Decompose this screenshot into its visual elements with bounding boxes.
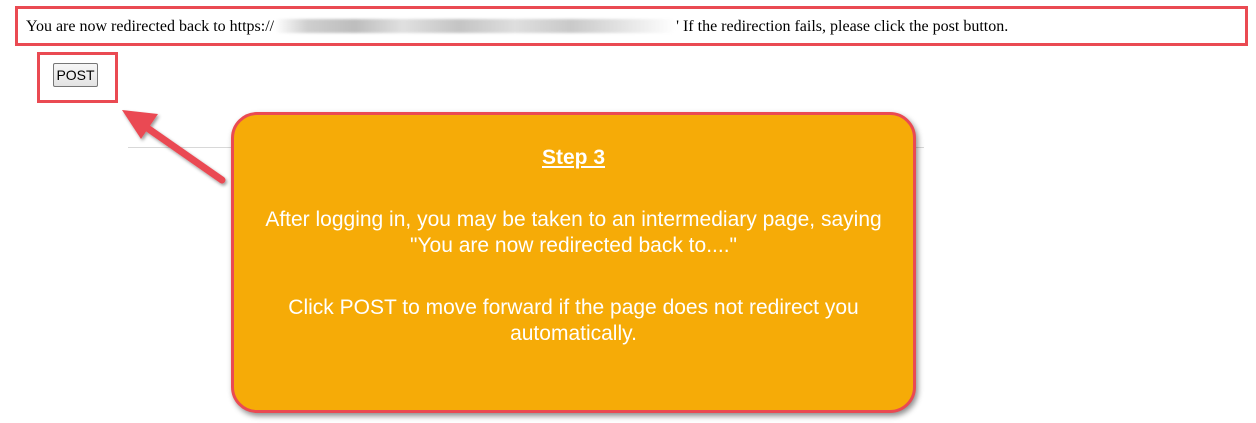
step-callout: Step 3 After logging in, you may be take…: [231, 112, 916, 413]
callout-paragraph-click-post: Click POST to move forward if the page d…: [288, 296, 859, 345]
redirect-message-suffix: ' If the redirection fails, please click…: [676, 18, 1009, 35]
callout-paragraph-intermediary-page: After logging in, you may be taken to an…: [265, 208, 882, 257]
redirect-message-prefix: You are now redirected back to https://: [26, 18, 275, 35]
callout-title: Step 3: [541, 146, 606, 169]
redirect-message: You are now redirected back to https:// '…: [26, 17, 1008, 37]
post-button[interactable]: POST: [53, 63, 98, 87]
blurred-redirect-url: [275, 19, 676, 33]
